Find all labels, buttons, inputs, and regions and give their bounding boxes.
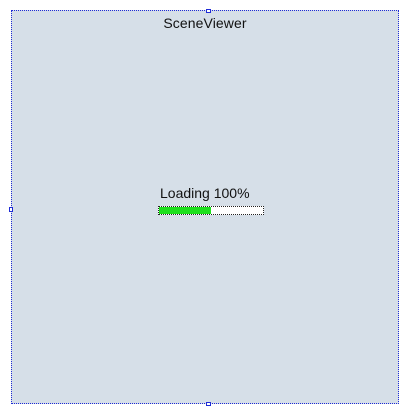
loading-progress-bar [158, 206, 264, 215]
resize-handle-left[interactable] [9, 207, 13, 212]
loading-progress-fill [159, 207, 211, 214]
resize-handle-top[interactable] [206, 9, 211, 13]
resize-handle-bottom[interactable] [206, 402, 211, 406]
scene-viewer-panel[interactable]: SceneViewer Loading 100% [9, 9, 399, 406]
viewer-title: SceneViewer [163, 15, 247, 31]
loading-status-text: Loading 100% [160, 185, 250, 201]
